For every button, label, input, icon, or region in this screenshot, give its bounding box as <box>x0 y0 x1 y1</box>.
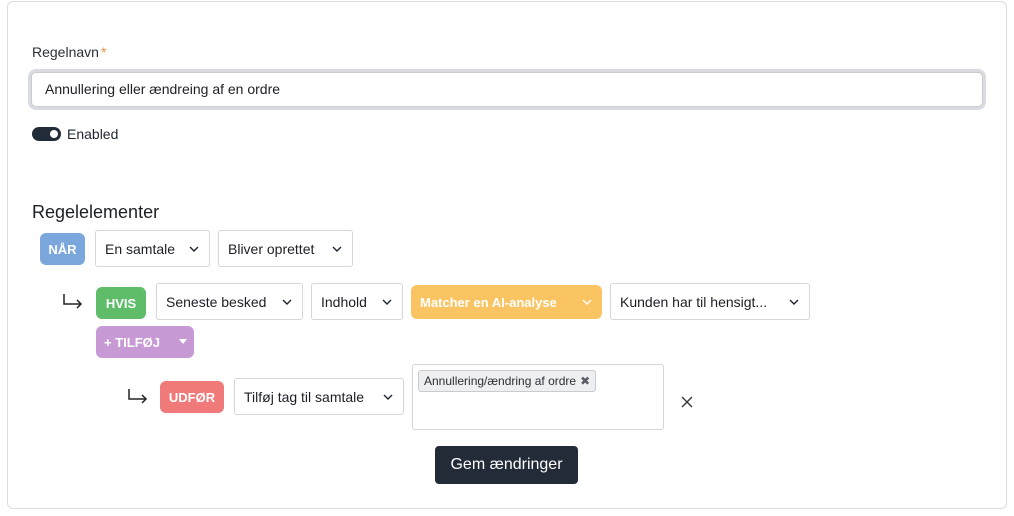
if-badge: HVIS <box>96 287 146 319</box>
chevron-down-icon <box>581 296 593 308</box>
tag-chip: Annullering/ændring af ordre ✖ <box>418 370 597 392</box>
select-value: Kunden har til hensigt... <box>620 293 768 310</box>
save-button[interactable]: Gem ændringer <box>435 446 578 484</box>
required-marker: * <box>100 44 107 60</box>
rule-name-input[interactable]: Annullering eller ændreing af en ordre <box>31 72 983 107</box>
if-operator-select[interactable]: Matcher en AI-analyse <box>411 285 602 319</box>
add-condition-label: + TILFØJ <box>104 334 160 350</box>
do-badge: UDFØR <box>160 381 224 413</box>
return-arrow-icon <box>127 388 149 404</box>
chevron-down-icon <box>381 296 393 308</box>
do-action-select[interactable]: Tilføj tag til samtale <box>234 378 404 415</box>
chevron-down-icon <box>281 296 293 308</box>
when-event-select[interactable]: Bliver oprettet <box>218 230 353 267</box>
rule-elements-title: Regelelementer <box>32 202 160 222</box>
select-value: Tilføj tag til samtale <box>244 388 365 405</box>
if-value-select[interactable]: Kunden har til hensigt... <box>610 283 810 320</box>
return-arrow-icon <box>62 293 84 309</box>
select-value: Seneste besked <box>166 293 267 310</box>
chevron-down-icon <box>331 243 343 255</box>
chevron-down-icon <box>382 391 394 403</box>
close-icon[interactable] <box>680 395 694 409</box>
caret-down-icon <box>179 339 187 344</box>
enabled-toggle[interactable] <box>32 127 61 141</box>
add-condition-button[interactable]: + TILFØJ <box>96 326 194 358</box>
select-value: Matcher en AI-analyse <box>420 294 557 310</box>
rule-name-label: Regelnavn * <box>32 44 107 60</box>
select-value: Bliver oprettet <box>228 240 315 257</box>
select-value: Indhold <box>321 293 367 310</box>
if-source-select[interactable]: Seneste besked <box>156 283 303 320</box>
chevron-down-icon <box>788 296 800 308</box>
tag-label: Annullering/ændring af ordre <box>424 374 577 388</box>
chevron-down-icon <box>188 243 200 255</box>
x-icon[interactable]: ✖ <box>580 374 590 388</box>
select-value: En samtale <box>105 240 176 257</box>
if-field-select[interactable]: Indhold <box>311 283 403 320</box>
tags-input[interactable]: Annullering/ændring af ordre ✖ <box>412 364 664 430</box>
when-subject-select[interactable]: En samtale <box>95 230 210 267</box>
when-badge: NÅR <box>40 233 85 265</box>
enabled-label: Enabled <box>67 126 119 142</box>
